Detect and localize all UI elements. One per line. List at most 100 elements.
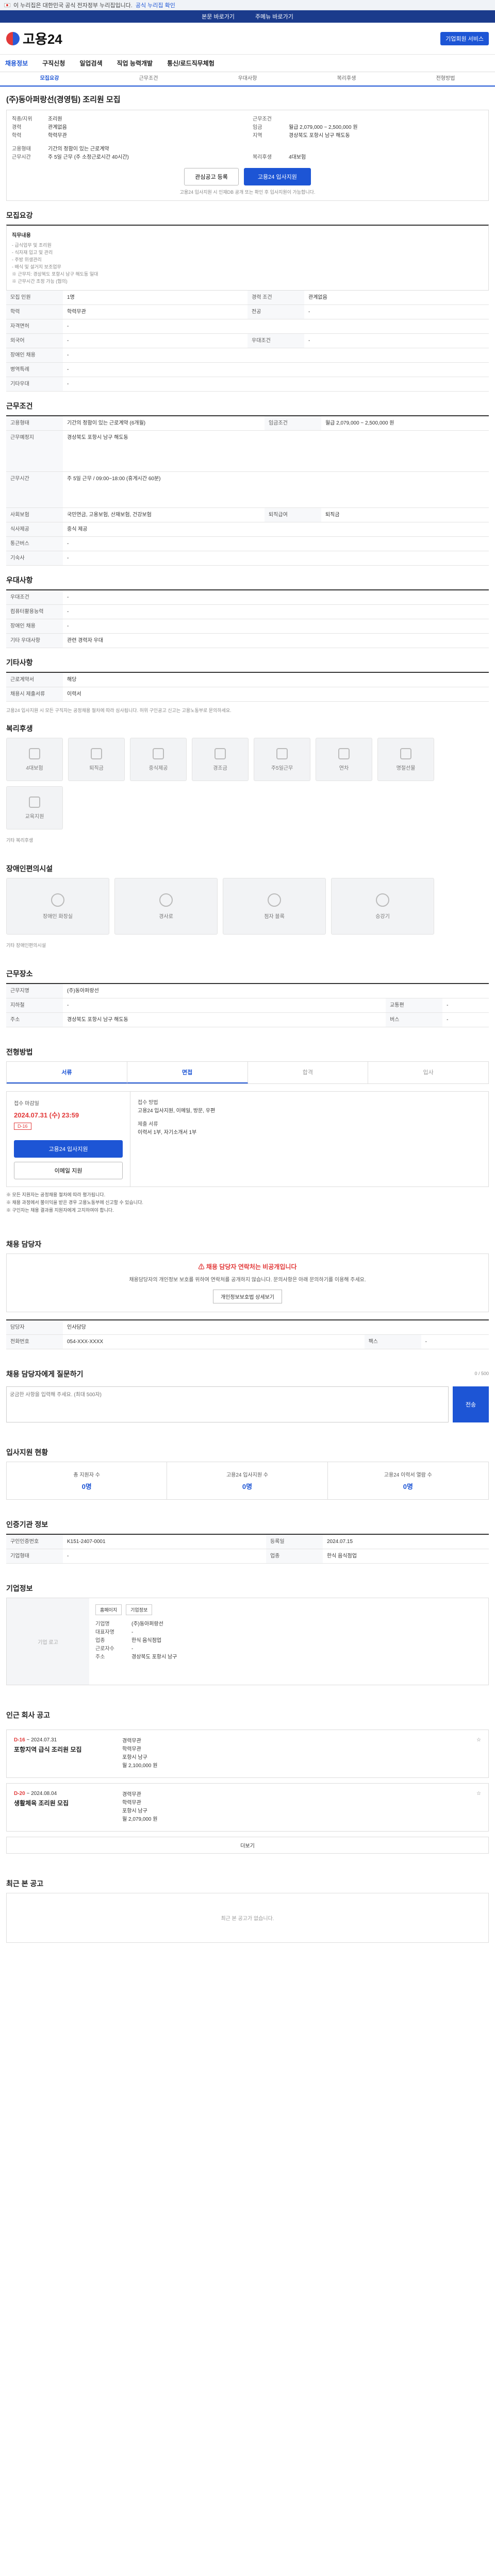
- gnb-item-search[interactable]: 일업검색: [79, 59, 102, 67]
- tab-recruit[interactable]: 모집요강: [0, 72, 99, 86]
- company-service-button[interactable]: 기업회원 서비스: [440, 31, 489, 45]
- tab-welfare[interactable]: 복리후생: [297, 72, 396, 86]
- job-wage: 월 2,100,000 원: [122, 1763, 158, 1769]
- pension-icon: [91, 748, 102, 759]
- condition-section: 근무조건 고용형태 기간의 정함이 있는 근로계약 (6개월) 임금조건 월급 2,0…: [6, 397, 489, 566]
- page-footer-space: [0, 1943, 495, 2262]
- logo[interactable]: 고용24: [6, 29, 62, 48]
- etc-section: 기타사항 근로계약서 해당 채용시 제출서류 이력서 고용24 입사지원 시 모든 …: [6, 653, 489, 714]
- row-value: 관계없음: [304, 291, 489, 305]
- facility-tile: 점자 블록: [223, 878, 326, 935]
- apply-button[interactable]: 고용24 입사지원: [243, 168, 311, 185]
- facility-tile: 장애인 화장실: [6, 878, 109, 935]
- summary-key: 근무조건: [253, 116, 272, 122]
- row-value: 주 5일 근무 / 09:00~18:00 (휴게시간 60분): [63, 471, 489, 508]
- stat-label: 고용24 이력서 열람 수: [384, 1472, 432, 1478]
- recruit-section: 모집요강 직무내용 - 급식업무 및 조리원 - 식자재 입고 및 관리 - 주…: [6, 206, 489, 392]
- row-value: 국민연금, 고용보험, 산재보험, 건강보험: [63, 507, 265, 522]
- row-value: 해당: [63, 672, 489, 687]
- stat-value: 0명: [81, 1483, 92, 1490]
- more-button[interactable]: 더보기: [6, 1837, 489, 1854]
- gov-banner: 이 누리집은 대한민국 공식 전자정부 누리집입니다. 공식 누리집 확인: [0, 0, 495, 10]
- section-heading: 근무조건: [6, 402, 33, 410]
- inquiry-textarea[interactable]: [6, 1386, 449, 1422]
- gnb-item-experience[interactable]: 통신/로드직무체험: [167, 59, 214, 67]
- facility-tile: 승강기: [331, 878, 434, 935]
- row-value: -: [63, 1549, 266, 1564]
- tab-condition[interactable]: 근무조건: [99, 72, 198, 86]
- gnb-item-jobs[interactable]: 채용정보: [5, 59, 28, 67]
- email-apply-button[interactable]: 이메일 지원: [14, 1162, 123, 1179]
- logo-mark-icon: [6, 31, 20, 45]
- tab-process[interactable]: 전형방법: [396, 72, 495, 86]
- gnb-item-apply[interactable]: 구직신청: [42, 59, 65, 67]
- row-value: -: [304, 304, 489, 319]
- summary-key: 고용형태: [12, 146, 31, 152]
- manager-alert: 채용 담당자 연락처는 비공개입니다: [206, 1263, 297, 1270]
- gnb: 채용정보 구직신청 일업검색 직업 능력개발 통신/로드직무체험: [0, 55, 495, 72]
- job-wage: 월 2,079,000 원: [122, 1817, 158, 1822]
- gnb-item-training[interactable]: 직업 능력개발: [117, 59, 153, 67]
- homepage-button[interactable]: 홈페이지: [95, 1604, 122, 1615]
- star-icon[interactable]: ☆: [409, 1737, 481, 1770]
- job-card[interactable]: D-20 ~ 2024.08.04 생활체육 조리원 모집 경력무관 학력무관 포항시…: [6, 1783, 489, 1832]
- welfare-tile: 명절선물: [377, 738, 434, 781]
- section-heading: 전형방법: [6, 1048, 33, 1056]
- company-info-button[interactable]: 기업정보: [126, 1604, 153, 1615]
- skip-link-menu[interactable]: 주메뉴 바로가기: [255, 12, 293, 21]
- section-heading: 우대사항: [6, 576, 33, 584]
- row-key: 전화번호: [6, 1334, 63, 1349]
- welfare-label: 4대보험: [26, 765, 43, 771]
- interest-button[interactable]: 관심공고 등록: [184, 168, 239, 185]
- summary-box: 직종/지위 조리원 경력 관계없음 학력 학력무관 고용형태 기간의 정함이 있는 근로…: [6, 110, 489, 201]
- star-icon[interactable]: ☆: [409, 1791, 481, 1824]
- row-value: 학력무관: [63, 304, 248, 319]
- row-value: 이력서: [63, 687, 489, 702]
- tab-prefer[interactable]: 우대사항: [198, 72, 297, 86]
- similar-section: 인근 회사 공고 D-16 ~ 2024.07.31 포항지역 급식 조리원 모집…: [6, 1706, 489, 1854]
- job-meta: 학력무관: [122, 1800, 141, 1806]
- welfare-tile: 주5일근무: [254, 738, 310, 781]
- skip-link-content[interactable]: 본문 바로가기: [202, 12, 235, 21]
- duty-line: ※ 근무시간 조정 가능 (협의): [12, 279, 68, 284]
- row-key: 전공: [248, 304, 304, 319]
- job-card[interactable]: D-16 ~ 2024.07.31 포항지역 급식 조리원 모집 경력무관 학력무관…: [6, 1730, 489, 1778]
- summary-value: 관계없음: [48, 125, 67, 130]
- alert-icon: ⚠: [198, 1263, 206, 1270]
- row-key: 구인인증번호: [6, 1534, 63, 1549]
- welfare-etc-label: 기타 복리후생: [6, 838, 34, 843]
- row-value: -: [63, 377, 489, 392]
- row-key: 등록일: [266, 1534, 323, 1549]
- manager-section: 채용 담당자 ⚠ 채용 담당자 연락처는 비공개입니다 채용담당자의 개인정보 …: [6, 1235, 489, 1349]
- privacy-detail-button[interactable]: 개인정보보호법 상세보기: [213, 1290, 282, 1303]
- process-apply-button[interactable]: 고용24 입사지원: [14, 1140, 123, 1158]
- section-heading: 인증기관 정보: [6, 1520, 48, 1529]
- prefer-section: 우대사항 우대조건 - 컴퓨터활용능력 - 장애인 채용 - 기타 우대사항 관련 경력…: [6, 571, 489, 648]
- etc-notice: 고용24 입사지원 시 모든 구직자는 공정채용 절차에 따라 심사됩니다. 허…: [6, 708, 232, 713]
- company-value: (주)동아퍼랑선: [131, 1621, 163, 1627]
- gov-banner-link[interactable]: 공식 누리집 확인: [136, 1, 175, 9]
- section-heading: 모집요강: [6, 211, 33, 219]
- section-heading: 기업정보: [6, 1584, 33, 1592]
- job-dday: D-16: [14, 1737, 25, 1743]
- row-key: 장애인 채용: [6, 619, 63, 634]
- job-title[interactable]: 포항지역 급식 조리원 모집: [14, 1745, 117, 1754]
- row-key: 우대조건: [6, 590, 63, 605]
- char-counter: 0 / 500: [474, 1371, 489, 1376]
- duty-line: - 배식 및 설거지 보조업무: [12, 264, 61, 269]
- company-key: 주소: [95, 1654, 105, 1660]
- row-value: K151-2407-0001: [63, 1534, 266, 1549]
- meal-icon: [153, 748, 164, 759]
- welfare-tile: 경조금: [192, 738, 249, 781]
- insurance-icon: [29, 748, 40, 759]
- step-document: 서류: [7, 1062, 127, 1083]
- row-key: 기업형태: [6, 1549, 63, 1564]
- facility-label: 점자 블록: [264, 913, 285, 920]
- row-key: 우대조건: [248, 333, 304, 348]
- welfare-tile: 퇴직금: [68, 738, 125, 781]
- step-interview: 면접: [127, 1062, 248, 1083]
- job-title[interactable]: 생활체육 조리원 모집: [14, 1799, 117, 1807]
- facility-label: 경사로: [159, 913, 173, 920]
- send-button[interactable]: 전송: [453, 1386, 489, 1422]
- braille-icon: [268, 893, 281, 907]
